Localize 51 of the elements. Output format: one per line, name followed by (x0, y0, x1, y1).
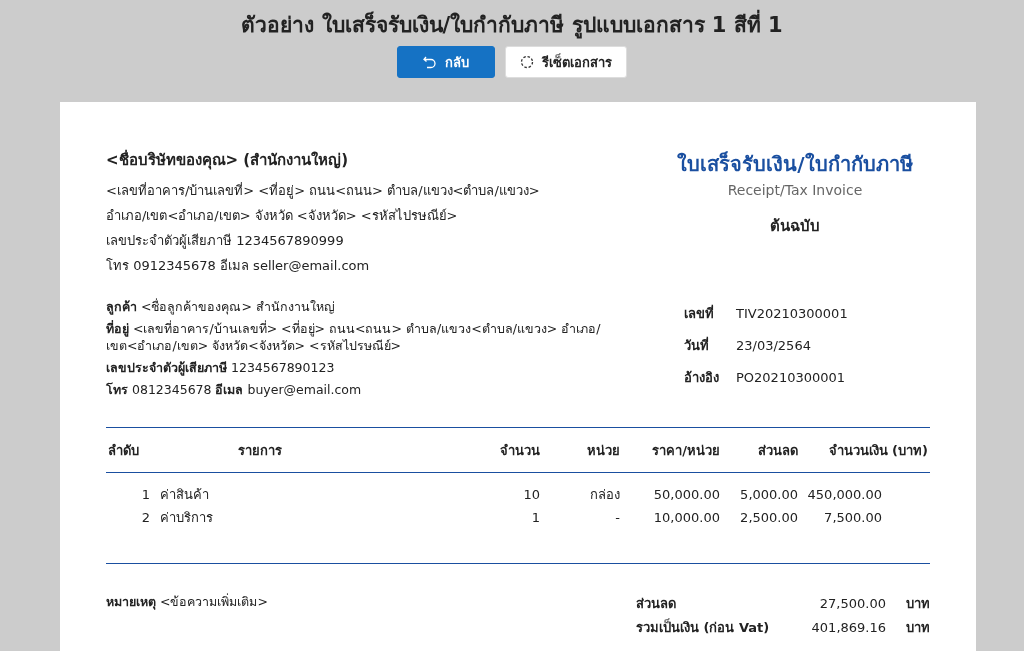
table-cell-text: ค่าบริการ (160, 509, 214, 527)
customer-info: เลขประจำตัวผู้เสียภาษี 1234567890123 (106, 359, 336, 376)
meta-label: เลขที่ (684, 303, 715, 323)
table-cell-text: 2,500.00 (739, 509, 798, 527)
company-info: โทร 0912345678 อีเมล seller@email.com (106, 257, 371, 275)
meta-value: 23/03/2564 (736, 337, 811, 355)
company-info: <เลขที่อาคาร/บ้านเลขที่> <ที่อยู่> ถนน<ถนน> ตำบล/แขวง<ตำบล/แขวง> (106, 181, 540, 201)
meta-label: วันที่ (684, 335, 710, 355)
table-cell-text: 450,000.00 (806, 486, 883, 504)
column-header: ราคา/หน่วย (651, 441, 720, 460)
table-cell-text: 5,000.00 (739, 486, 798, 504)
table-cell-text: 50,000.00 (652, 486, 720, 504)
company-info: เลขประจำตัวผู้เสียภาษี 1234567890999 (106, 232, 345, 251)
table-cell-text: ค่าสินค้า (160, 486, 210, 504)
column-header: ลำดับ (107, 441, 140, 460)
table-cell-text: - (614, 509, 620, 527)
total-label: ส่วนลด (636, 595, 677, 613)
copy-label: ต้นฉบับ (770, 216, 820, 237)
document-title: ใบเสร็จรับเงิน/ใบกำกับภาษี (677, 150, 913, 178)
currency-unit: บาท (905, 595, 930, 613)
table-cell-text: 10,000.00 (652, 509, 720, 527)
currency-unit: บาท (905, 619, 930, 637)
total-value: 27,500.00 (818, 595, 886, 613)
column-header: รายการ (237, 441, 283, 460)
company-info: อำเภอ/เขต<อำเภอ/เขต> จังหวัด <จังหวัด> <รหัสไปรษณีย์> (106, 207, 459, 225)
page-title: ตัวอย่าง ใบเสร็จรับเงิน/ใบกำกับภาษี รูปแบบเอกสาร 1 สีที่ 1 (0, 0, 1024, 42)
table-cell-text: 7,500.00 (823, 509, 883, 527)
meta-label: อ้างอิง (684, 369, 720, 387)
customer-info: ที่อยู่ <เลขที่อาคาร/บ้านเลขที่> <ที่อยู่> ถนน<ถนน> ตำบล/แขวง<ตำบล/แขวง> อำเภอ/เขต<อำเภอ/เขต> จังหวัด<จังหวัด> <รหัสไปรษณีย์> (106, 320, 602, 354)
table-cell-text: กล่อง (589, 486, 620, 504)
refresh-icon (520, 55, 534, 69)
back-button[interactable]: กลับ (397, 46, 495, 78)
meta-value: TIV20210300001 (736, 305, 848, 323)
column-header: จำนวนเงิน (บาท) (827, 441, 928, 460)
company-name: <ชื่อบริษัทของคุณ> (สำนักงานใหญ่) (106, 148, 350, 172)
table-cell-text: 1 (140, 486, 151, 504)
customer-info: ลูกค้า <ชื่อลูกค้าของคุณ> สำนักงานใหญ่ (106, 298, 336, 315)
table-cell-text: 2 (140, 509, 151, 527)
total-value: 401,869.16 (810, 619, 886, 637)
total-label: รวมเป็นเงิน (ก่อน Vat) (636, 617, 771, 637)
note-text: หมายเหตุ <ข้อความเพิ่มเติม> (106, 592, 268, 612)
customer-info: โทร 0812345678 อีเมล buyer@email.com (106, 381, 363, 398)
column-header: จำนวน (499, 441, 540, 460)
column-header: ส่วนลด (757, 441, 798, 460)
meta-value: PO20210300001 (736, 369, 846, 387)
table-cell-text: 10 (522, 486, 540, 504)
table-cell-text: 1 (530, 509, 540, 527)
column-header: หน่วย (586, 441, 620, 460)
reset-button[interactable]: รีเซ็ตเอกสาร (505, 46, 627, 78)
document-subtitle: Receipt/Tax Invoice (727, 182, 863, 198)
undo-icon (423, 55, 437, 69)
